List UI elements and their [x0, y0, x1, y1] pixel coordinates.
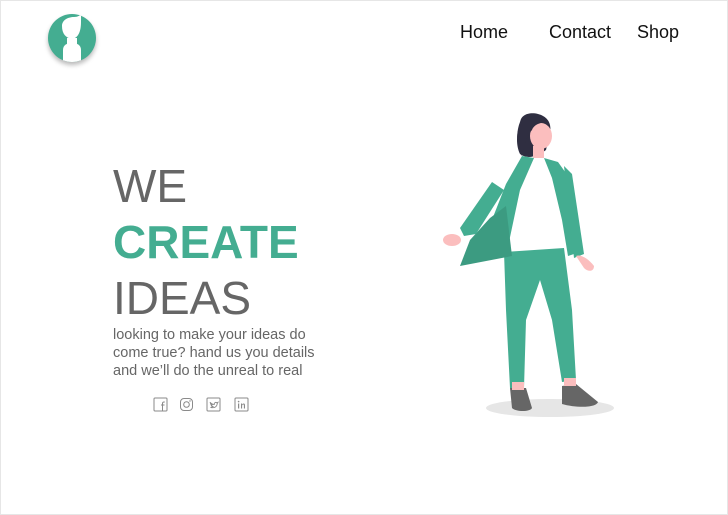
linkedin-icon[interactable] [234, 397, 250, 413]
nav-link-shop[interactable]: Shop [637, 22, 679, 43]
hero-description-line: come true? hand us you details [113, 345, 315, 361]
hero-heading-we: WE [113, 160, 188, 212]
nav-link-home[interactable]: Home [460, 22, 508, 43]
instagram-icon[interactable] [179, 397, 195, 413]
hero-description-line: looking to make your ideas do [113, 327, 306, 343]
hero-description-line: and we’ll do the unreal to real [113, 363, 303, 379]
hero-heading-create: CREATE [113, 216, 299, 268]
hero-description: looking to make your ideas do come true?… [113, 326, 343, 380]
facebook-icon[interactable] [153, 397, 169, 413]
logo-avatar-icon[interactable] [48, 14, 96, 62]
person-avatar-icon [62, 15, 81, 62]
standing-woman-illustration [443, 113, 614, 417]
hero-heading-ideas: IDEAS [113, 272, 252, 324]
twitter-icon[interactable] [206, 397, 222, 413]
nav-link-contact[interactable]: Contact [549, 22, 611, 43]
